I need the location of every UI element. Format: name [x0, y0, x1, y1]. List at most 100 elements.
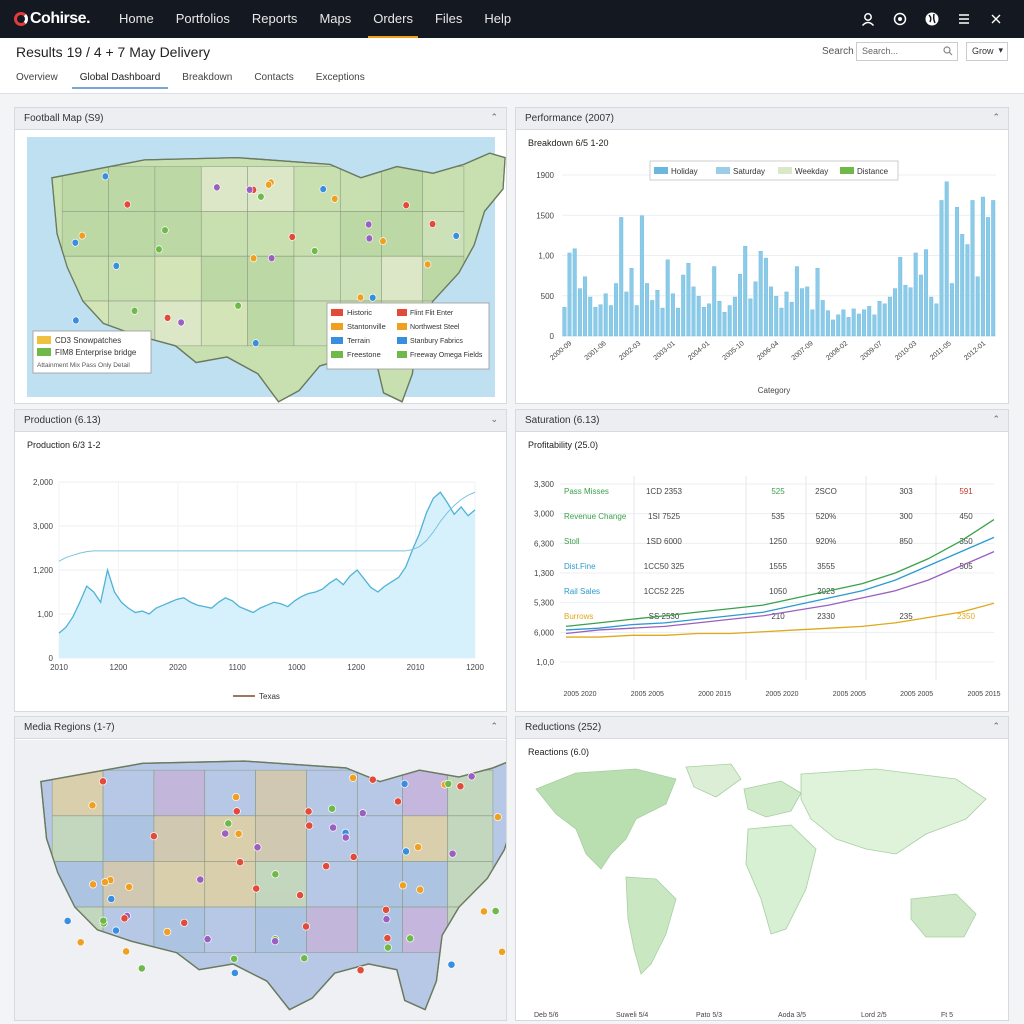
bar — [856, 313, 861, 337]
collapse-icon[interactable]: ⌃ — [992, 414, 1000, 425]
bar — [800, 288, 805, 337]
bar — [872, 314, 877, 337]
collapse-icon[interactable]: ⌃ — [490, 112, 498, 123]
location-marker — [230, 954, 239, 963]
state-region — [204, 769, 256, 817]
collapse-icon[interactable]: ⌃ — [992, 721, 1000, 732]
legend-label: Freeway Omega Fields — [410, 352, 483, 359]
legend-swatch — [397, 351, 407, 358]
location-marker — [203, 935, 212, 944]
location-marker — [137, 964, 146, 973]
location-marker — [467, 772, 476, 781]
state-region — [154, 166, 202, 212]
location-marker — [382, 915, 391, 924]
location-marker — [155, 245, 163, 254]
location-marker — [99, 777, 107, 786]
table-cell: 1CC50 325 — [644, 562, 685, 571]
location-marker — [456, 782, 465, 791]
tab-contacts[interactable]: Contacts — [246, 68, 301, 89]
bar — [608, 305, 613, 337]
legend-left: CD3 Snowpatches FIM8 Enterprise bridge Att… — [32, 330, 152, 374]
nav-item-portfolios[interactable]: Portfolios — [165, 0, 241, 38]
state-region — [381, 166, 424, 212]
state-region — [422, 166, 465, 212]
bar — [650, 300, 655, 337]
location-marker — [100, 878, 109, 887]
chevron-down-icon: ▾ — [998, 45, 1003, 55]
panel-header: Production (6.13) ⌄ — [15, 410, 506, 432]
bar — [634, 305, 639, 337]
bar — [758, 251, 763, 337]
user-icon[interactable] — [854, 5, 882, 33]
us-map-1[interactable]: CD3 Snowpatches FIM8 Enterprise bridge Att… — [15, 131, 506, 404]
state-region — [153, 815, 206, 862]
panel-media-regions: Media Regions (1-7) ⌃ — [14, 716, 507, 1021]
location-marker — [328, 804, 337, 813]
bar — [794, 266, 799, 337]
x-tick-label: 2005-10 — [722, 340, 746, 362]
table-cell: 535 — [771, 512, 785, 521]
y-tick-label: 1,300 — [534, 569, 555, 578]
location-marker — [112, 261, 120, 270]
settings-icon[interactable] — [886, 5, 914, 33]
x-tick-label: 2009-07 — [860, 340, 884, 362]
location-marker — [271, 870, 280, 879]
bar — [980, 196, 985, 337]
bar — [944, 181, 949, 337]
bar — [707, 303, 712, 337]
table-cell: 520% — [816, 512, 836, 521]
us-map-2[interactable] — [15, 740, 506, 1020]
table-cell: 2SCO — [815, 487, 837, 496]
logo-text: Cohirse. — [30, 10, 91, 27]
nav-item-help[interactable]: Help — [473, 0, 522, 38]
location-marker — [234, 301, 242, 310]
panel-saturation: Saturation (6.13) ⌃ Profitability (25.0) … — [515, 409, 1009, 712]
tab-exceptions[interactable]: Exceptions — [308, 68, 373, 89]
collapse-icon[interactable]: ⌃ — [490, 721, 498, 732]
bar — [562, 306, 567, 337]
tab-overview[interactable]: Overview — [8, 68, 66, 89]
location-marker — [161, 226, 169, 235]
tab-breakdown[interactable]: Breakdown — [174, 68, 240, 89]
y-tick-label: 1500 — [536, 211, 554, 220]
state-region — [306, 906, 358, 953]
world-tick-label: Pato 5/3 — [696, 1012, 722, 1019]
state-region — [255, 861, 307, 908]
table-cell: 1050 — [769, 587, 787, 596]
collapse-icon[interactable]: ⌄ — [490, 414, 498, 425]
y-tick-label: 1,0,0 — [536, 658, 554, 667]
app-logo[interactable]: Cohirse. — [14, 10, 91, 28]
panel-production: Production (6.13) ⌄ Production 6/3 1-2 2,… — [14, 409, 507, 712]
row-label: Pass Misses — [564, 487, 609, 496]
nav-item-files[interactable]: Files — [424, 0, 473, 38]
world-map[interactable]: Deb 5/6 Suweli 5/4 Pato 5/3 Aoda 3/5 Lord 2/… — [516, 759, 1008, 1021]
globe-icon[interactable] — [918, 5, 946, 33]
table-cell: 525 — [771, 487, 785, 496]
nav-item-reports[interactable]: Reports — [241, 0, 309, 38]
location-marker — [452, 231, 460, 240]
collapse-icon[interactable]: ⌃ — [992, 112, 1000, 123]
location-marker — [365, 220, 373, 229]
sort-select[interactable]: Grow ▾ — [966, 42, 1008, 61]
legend-swatch — [331, 309, 343, 316]
state-region — [247, 211, 295, 257]
table-cell: 300 — [899, 512, 913, 521]
nav-item-home[interactable]: Home — [108, 0, 165, 38]
nav-item-orders[interactable]: Orders — [362, 0, 424, 38]
y-tick-label: 0 — [550, 332, 555, 341]
bar — [665, 259, 670, 337]
location-marker — [416, 885, 425, 894]
legend-swatch — [716, 167, 730, 174]
nav-item-maps[interactable]: Maps — [308, 0, 362, 38]
panel-title: Production (6.13) — [24, 415, 101, 426]
search-input[interactable]: Search... — [856, 42, 958, 61]
table-cell: 450 — [959, 512, 973, 521]
close-icon[interactable] — [982, 5, 1010, 33]
list-icon[interactable] — [950, 5, 978, 33]
location-marker — [230, 968, 239, 977]
location-marker — [177, 318, 185, 327]
tab-global-dashboard[interactable]: Global Dashboard — [71, 68, 169, 89]
state-region — [356, 861, 403, 908]
state-region — [339, 211, 382, 257]
location-marker — [329, 823, 338, 832]
